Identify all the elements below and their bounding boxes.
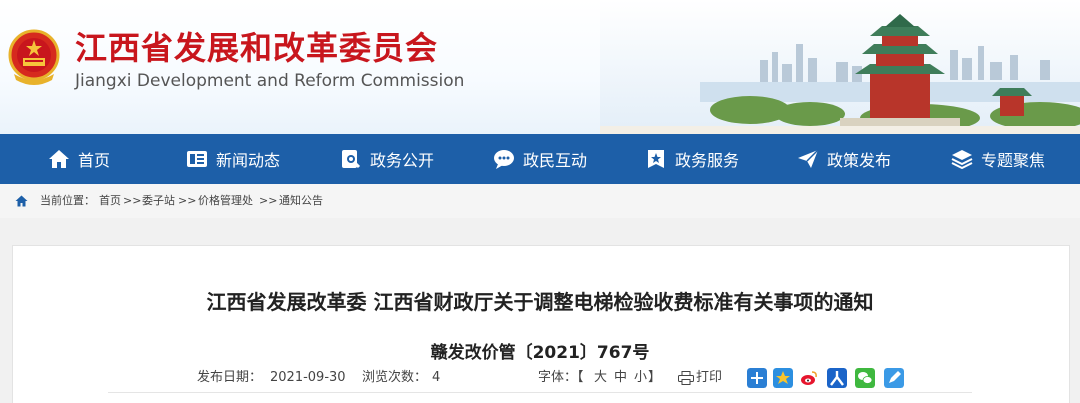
breadcrumb-item-home[interactable]: 首页: [99, 194, 121, 208]
publish-date-label: 发布日期：: [197, 370, 263, 385]
breadcrumb-prefix: 当前位置：: [40, 194, 95, 207]
news-icon: [187, 151, 207, 167]
article-title: 江西省发展改革委 江西省财政厅关于调整电梯检验收费标准有关事项的通知: [206, 290, 874, 314]
font-size-large-button[interactable]: 大: [594, 369, 607, 387]
breadcrumb-separator: >>: [123, 194, 142, 207]
nav-item-policy[interactable]: 政策发布: [797, 134, 891, 184]
share-wechat-icon[interactable]: [855, 368, 875, 388]
breadcrumb-item-substation[interactable]: 委子站: [142, 194, 175, 208]
print-button[interactable]: 打印: [696, 369, 722, 387]
nav-item-label: 首页: [78, 151, 111, 170]
nav-item-label: 政务服务: [675, 151, 740, 170]
nav-item-news[interactable]: 新闻动态: [186, 134, 280, 184]
main-nav: 首页 新闻动态 政务公开 政民互动 政务服务 政策发布 专题聚焦: [0, 134, 1080, 184]
breadcrumb: 当前位置： 首页 >> 委子站 >> 价格管理处 >> 通知公告: [0, 184, 1080, 218]
search-doc-icon: [342, 150, 361, 169]
site-header: 江西省发展和改革委员会 Jiangxi Development and Refo…: [0, 0, 1080, 134]
font-size-medium-button[interactable]: 中: [614, 369, 627, 387]
publish-date: 2021-09-30: [270, 370, 346, 385]
font-size-bracket-end: 】: [648, 370, 662, 385]
site-subtitle: Jiangxi Development and Reform Commissio…: [75, 71, 465, 91]
font-size-label: 字体：【: [538, 370, 584, 385]
nav-item-label: 政民互动: [523, 151, 588, 170]
print-icon: [678, 371, 694, 385]
share-renren-icon[interactable]: [827, 368, 847, 388]
nav-item-home[interactable]: 首页: [48, 134, 110, 184]
meta-divider: [108, 392, 972, 393]
tengwang-pavilion-banner-image: [600, 0, 1080, 134]
national-emblem-icon: [8, 29, 60, 85]
nav-item-label: 专题聚焦: [981, 151, 1046, 170]
nav-item-services[interactable]: 政务服务: [645, 134, 739, 184]
view-count: 4: [432, 370, 441, 385]
breadcrumb-item-price-office[interactable]: 价格管理处: [198, 194, 253, 208]
breadcrumb-item-notices[interactable]: 通知公告: [279, 194, 323, 208]
nav-item-interaction[interactable]: 政民互动: [493, 134, 587, 184]
nav-item-label: 新闻动态: [216, 151, 281, 170]
send-icon: [798, 149, 819, 168]
breadcrumb-separator: >>: [178, 194, 197, 207]
chat-icon: [494, 150, 514, 169]
nav-item-label: 政务公开: [370, 151, 435, 170]
share-qzone-icon[interactable]: [773, 368, 793, 388]
nav-item-topics[interactable]: 专题聚焦: [951, 134, 1045, 184]
document-number: 赣发改价管〔2021〕767号: [430, 343, 650, 363]
home-icon: [49, 150, 69, 168]
site-title[interactable]: 江西省发展和改革委员会: [75, 28, 438, 68]
view-count-label: 浏览次数：: [362, 370, 428, 385]
share-weibo-icon[interactable]: [799, 368, 819, 388]
share-more-icon[interactable]: [747, 368, 767, 388]
nav-item-gov-affairs[interactable]: 政务公开: [340, 134, 434, 184]
breadcrumb-separator: >>: [259, 194, 278, 207]
home-icon: [15, 195, 28, 207]
star-icon: [648, 150, 664, 168]
share-note-icon[interactable]: [884, 368, 904, 388]
font-size-small-button[interactable]: 小: [634, 369, 647, 387]
layers-icon: [951, 150, 973, 169]
nav-item-label: 政策发布: [827, 151, 892, 170]
